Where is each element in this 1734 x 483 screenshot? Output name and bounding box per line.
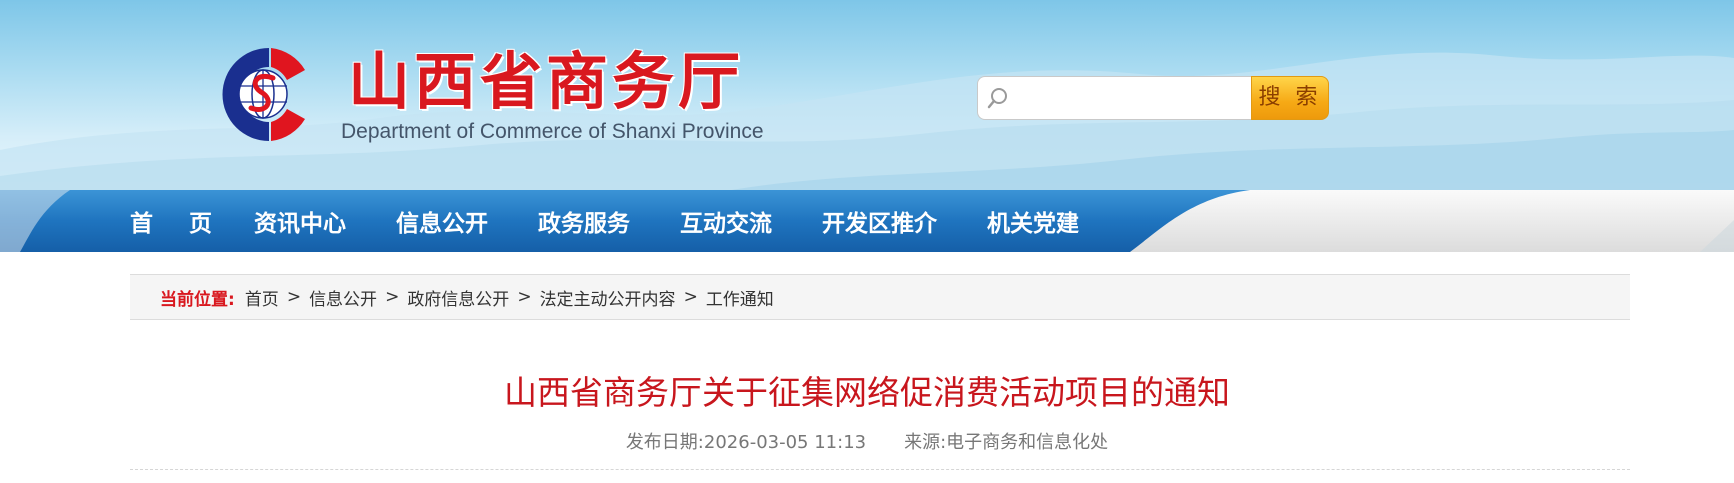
department-logo-icon xyxy=(222,48,305,141)
breadcrumb-separator: > xyxy=(517,287,532,307)
breadcrumb-home[interactable]: 首页 xyxy=(245,285,279,310)
breadcrumb-separator: > xyxy=(385,287,400,307)
nav-item-dev-zone[interactable]: 开发区推介 xyxy=(822,204,937,238)
article-title: 山西省商务厅关于征集网络促消费活动项目的通知 xyxy=(504,373,1230,412)
article-meta: 发布日期:2026-03-05 11:13 来源:电子商务和信息化处 xyxy=(0,428,1734,454)
breadcrumb-label: 当前位置: xyxy=(160,289,235,310)
publish-date: 2026-03-05 11:13 xyxy=(703,432,867,453)
breadcrumb: 当前位置: 首页 > 信息公开 > 政府信息公开 > 法定主动公开内容 > 工作… xyxy=(130,274,1630,320)
site-subtitle: Department of Commerce of Shanxi Provinc… xyxy=(341,120,764,143)
source-label: 来源: xyxy=(904,432,947,453)
main-nav: 首 页 资讯中心 信息公开 政务服务 互动交流 开发区推介 机关党建 xyxy=(0,190,1734,252)
source-value: 电子商务和信息化处 xyxy=(946,432,1109,453)
nav-item-info-disclosure[interactable]: 信息公开 xyxy=(396,204,488,238)
breadcrumb-info-disclosure[interactable]: 信息公开 xyxy=(309,285,377,310)
nav-item-gov-services[interactable]: 政务服务 xyxy=(538,204,630,238)
breadcrumb-work-notices[interactable]: 工作通知 xyxy=(706,285,774,310)
search-field xyxy=(977,76,1253,120)
divider xyxy=(130,469,1630,470)
site-title: 山西省商务厅 xyxy=(348,45,745,118)
nav-item-interaction[interactable]: 互动交流 xyxy=(680,204,772,238)
breadcrumb-separator: > xyxy=(286,287,302,307)
nav-items: 首 页 资讯中心 信息公开 政务服务 互动交流 开发区推介 机关党建 xyxy=(130,190,1129,252)
search-input[interactable] xyxy=(1016,83,1252,115)
nav-item-news[interactable]: 资讯中心 xyxy=(254,204,346,238)
search-button[interactable]: 搜 索 xyxy=(1251,76,1329,120)
breadcrumb-gov-info-disclosure[interactable]: 政府信息公开 xyxy=(407,285,509,310)
site-header: 山西省商务厅 Department of Commerce of Shanxi … xyxy=(0,0,1734,196)
search-box: 搜 索 xyxy=(977,76,1329,120)
breadcrumb-statutory-content[interactable]: 法定主动公开内容 xyxy=(540,285,676,310)
breadcrumb-separator: > xyxy=(683,287,698,307)
search-icon xyxy=(987,88,1007,109)
publish-date-label: 发布日期: xyxy=(625,432,704,453)
nav-item-home[interactable]: 首 页 xyxy=(130,204,226,238)
nav-item-party-building[interactable]: 机关党建 xyxy=(987,204,1079,238)
